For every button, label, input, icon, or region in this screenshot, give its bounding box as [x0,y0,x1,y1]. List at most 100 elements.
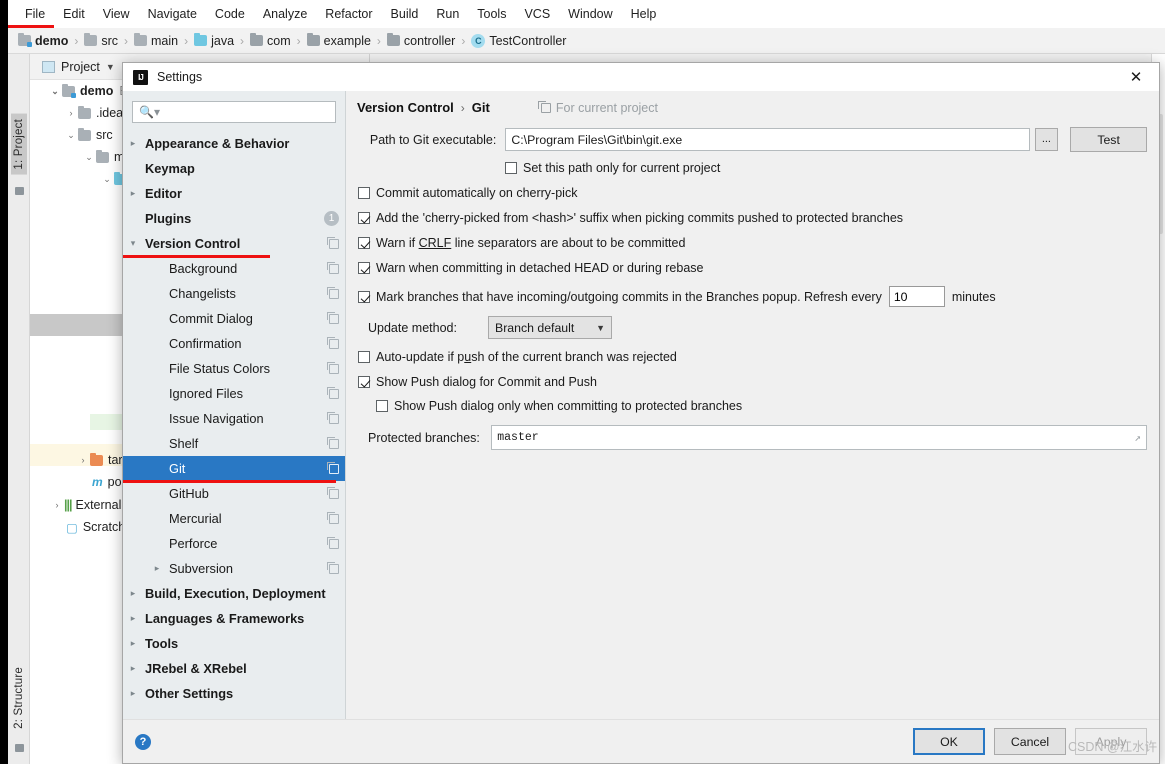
update-method-select[interactable]: Branch default ▼ [488,316,612,339]
warn-detached-head-checkbox[interactable] [358,262,370,274]
show-push-dialog-row[interactable]: Show Push dialog for Commit and Push [358,375,1147,389]
settings-category-tools[interactable]: ▸ Tools [123,631,345,656]
show-push-protected-row[interactable]: Show Push dialog only when committing to… [376,399,1147,413]
path-to-git-input[interactable] [505,128,1030,151]
chevron-right-icon[interactable]: ▸ [125,613,141,624]
chevron-right-icon[interactable]: ▸ [125,588,141,599]
settings-category-issue-navigation[interactable]: Issue Navigation [123,406,345,431]
mark-branches-checkbox[interactable] [358,291,370,303]
cancel-button[interactable]: Cancel [994,728,1066,755]
tool-tab-structure[interactable]: 2: Structure [11,662,27,734]
settings-category-github[interactable]: GitHub [123,481,345,506]
refresh-minutes-input[interactable] [888,286,945,307]
set-path-current-project-row[interactable]: Set this path only for current project [505,161,1147,175]
warn-crlf-row[interactable]: Warn if CRLF line separators are about t… [358,236,1147,250]
search-box[interactable]: 🔍▾ [132,101,336,123]
menu-vcs[interactable]: VCS [515,3,559,25]
protected-branches-field[interactable]: master ↗ [491,425,1147,450]
menu-navigate[interactable]: Navigate [139,3,206,25]
show-push-dialog-checkbox[interactable] [358,376,370,388]
settings-category-shelf[interactable]: Shelf [123,431,345,456]
menu-file[interactable]: File [16,3,54,25]
menu-view[interactable]: View [94,3,139,25]
project-tree-item-target[interactable]: › targe [30,449,137,471]
settings-category-ignored-files[interactable]: Ignored Files [123,381,345,406]
settings-category-file-status-colors[interactable]: File Status Colors [123,356,345,381]
menu-window[interactable]: Window [559,3,621,25]
warn-detached-head-row[interactable]: Warn when committing in detached HEAD or… [358,261,1147,275]
project-tree-item-scratches[interactable]: ▢ Scratche [30,516,132,538]
menu-run[interactable]: Run [427,3,468,25]
settings-category-other-settings[interactable]: ▸ Other Settings [123,681,345,706]
settings-category-version-control[interactable]: ▾ Version Control [123,231,345,256]
chevron-down-icon[interactable]: ▾ [125,238,141,249]
settings-category-build-execution-deployment[interactable]: ▸ Build, Execution, Deployment [123,581,345,606]
chevron-right-icon[interactable]: ▸ [125,638,141,649]
project-tree-item-external[interactable]: › ||| External [30,494,122,516]
chevron-down-icon[interactable]: ⌄ [82,152,96,163]
project-tree-item-pom[interactable]: m pom. [30,471,135,493]
close-icon[interactable]: ✕ [1119,64,1153,90]
chevron-right-icon[interactable]: › [76,455,90,465]
chevron-down-icon[interactable]: ⌄ [64,130,78,141]
chevron-right-icon[interactable]: › [64,108,78,118]
set-path-current-project-checkbox[interactable] [505,162,517,174]
warn-crlf-checkbox[interactable] [358,237,370,249]
cherry-picked-suffix-row[interactable]: Add the 'cherry-picked from <hash>' suff… [358,211,1147,225]
menu-code[interactable]: Code [206,3,254,25]
settings-category-confirmation[interactable]: Confirmation [123,331,345,356]
test-button[interactable]: Test [1070,127,1147,152]
commit-auto-cherry-pick-checkbox[interactable] [358,187,370,199]
settings-category-editor[interactable]: ▸ Editor [123,181,345,206]
chevron-down-icon[interactable]: ⌄ [48,86,62,97]
settings-category-plugins[interactable]: Plugins 1 [123,206,345,231]
settings-category-commit-dialog[interactable]: Commit Dialog [123,306,345,331]
settings-category-mercurial[interactable]: Mercurial [123,506,345,531]
settings-category-changelists[interactable]: Changelists [123,281,345,306]
help-icon[interactable]: ? [135,733,151,750]
chevron-down-icon[interactable]: ▼ [106,62,115,72]
settings-breadcrumb-parent[interactable]: Version Control [357,100,454,115]
breadcrumb-item-src[interactable]: src [84,33,118,48]
chevron-right-icon[interactable]: ▸ [125,663,141,674]
menu-tools[interactable]: Tools [468,3,515,25]
chevron-right-icon[interactable]: › [50,500,64,510]
settings-category-git[interactable]: Git [123,456,345,481]
settings-category-subversion[interactable]: ▸ Subversion [123,556,345,581]
breadcrumb-item-java[interactable]: java [194,33,234,48]
auto-update-rejected-checkbox[interactable] [358,351,370,363]
breadcrumb-item-controller[interactable]: controller [386,33,455,48]
settings-category-languages-frameworks[interactable]: ▸ Languages & Frameworks [123,606,345,631]
breadcrumb-item-com[interactable]: com [250,33,291,48]
breadcrumb-item-testcontroller[interactable]: C TestController [471,33,566,48]
chevron-right-icon[interactable]: ▸ [149,563,165,574]
chevron-down-icon[interactable]: ⌄ [100,174,114,185]
menu-edit[interactable]: Edit [54,3,94,25]
menu-analyze[interactable]: Analyze [254,3,316,25]
breadcrumb-item-example[interactable]: example [306,33,371,48]
show-push-protected-checkbox[interactable] [376,400,388,412]
menu-refactor[interactable]: Refactor [316,3,381,25]
search-input[interactable] [159,104,335,120]
auto-update-rejected-row[interactable]: Auto-update if push of the current branc… [358,350,1147,364]
menu-build[interactable]: Build [382,3,428,25]
chevron-right-icon[interactable]: ▸ [125,688,141,699]
commit-auto-cherry-pick-row[interactable]: Commit automatically on cherry-pick [358,186,1147,200]
breadcrumb-item-demo[interactable]: demo [18,33,68,48]
settings-category-keymap[interactable]: Keymap [123,156,345,181]
settings-category-appearance-behavior[interactable]: ▸ Appearance & Behavior [123,131,345,156]
breadcrumb-item-main[interactable]: main [134,33,178,48]
expand-icon[interactable]: ↗ [1134,431,1141,445]
ok-button[interactable]: OK [913,728,985,755]
menu-help[interactable]: Help [622,3,666,25]
settings-category-jrebel-xrebel[interactable]: ▸ JRebel & XRebel [123,656,345,681]
settings-category-background[interactable]: Background [123,256,345,281]
cherry-picked-suffix-checkbox[interactable] [358,212,370,224]
tool-tab-project[interactable]: 1: Project [11,114,27,175]
browse-button[interactable]: ... [1034,128,1059,151]
chevron-right-icon[interactable]: ▸ [125,188,141,199]
chevron-right-icon[interactable]: ▸ [125,138,141,149]
settings-category-perforce[interactable]: Perforce [123,531,345,556]
apply-button[interactable]: Apply [1075,728,1147,755]
mark-branches-row[interactable]: Mark branches that have incoming/outgoin… [358,286,1147,307]
